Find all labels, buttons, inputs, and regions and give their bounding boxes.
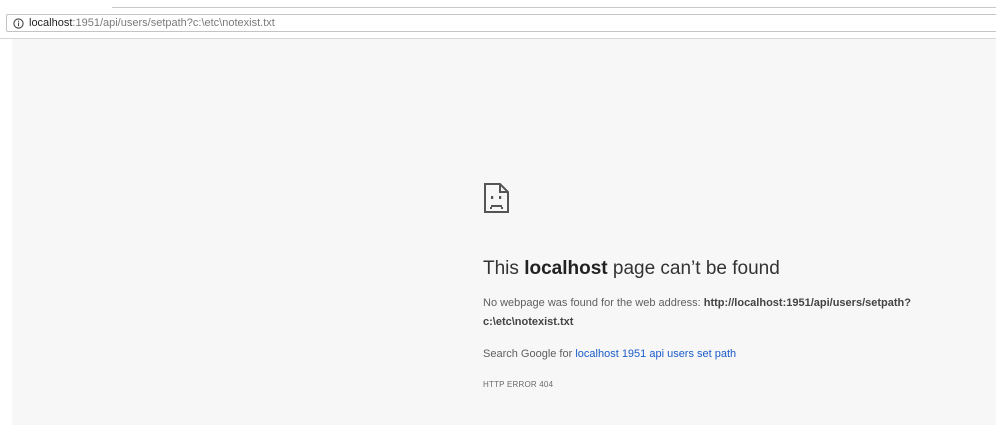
error-title: This localhost page can’t be found xyxy=(483,257,780,281)
search-google-link[interactable]: localhost 1951 api users set path xyxy=(575,348,736,360)
search-suggestion: Search Google for localhost 1951 api use… xyxy=(483,346,736,362)
tab-strip-edge xyxy=(112,7,996,8)
address-bar[interactable]: localhost:1951/api/users/setpath?c:\etc\… xyxy=(6,14,996,32)
window-left-margin xyxy=(0,39,12,425)
info-icon[interactable] xyxy=(11,16,25,30)
error-description: No webpage was found for the web address… xyxy=(483,294,978,332)
url-host: localhost xyxy=(29,17,73,29)
url-text[interactable]: localhost:1951/api/users/setpath?c:\etc\… xyxy=(29,16,275,30)
page-content xyxy=(12,39,996,425)
http-error-code: HTTP ERROR 404 xyxy=(483,380,554,389)
url-path: :1951/api/users/setpath?c:\etc\notexist.… xyxy=(72,17,275,29)
search-prefix: Search Google for xyxy=(483,348,576,360)
error-title-prefix: This xyxy=(483,258,525,279)
error-title-suffix: page can’t be found xyxy=(607,258,780,279)
error-desc-prefix: No webpage was found for the web address… xyxy=(483,297,704,309)
sad-page-icon xyxy=(483,182,513,218)
error-title-host: localhost xyxy=(524,258,608,279)
